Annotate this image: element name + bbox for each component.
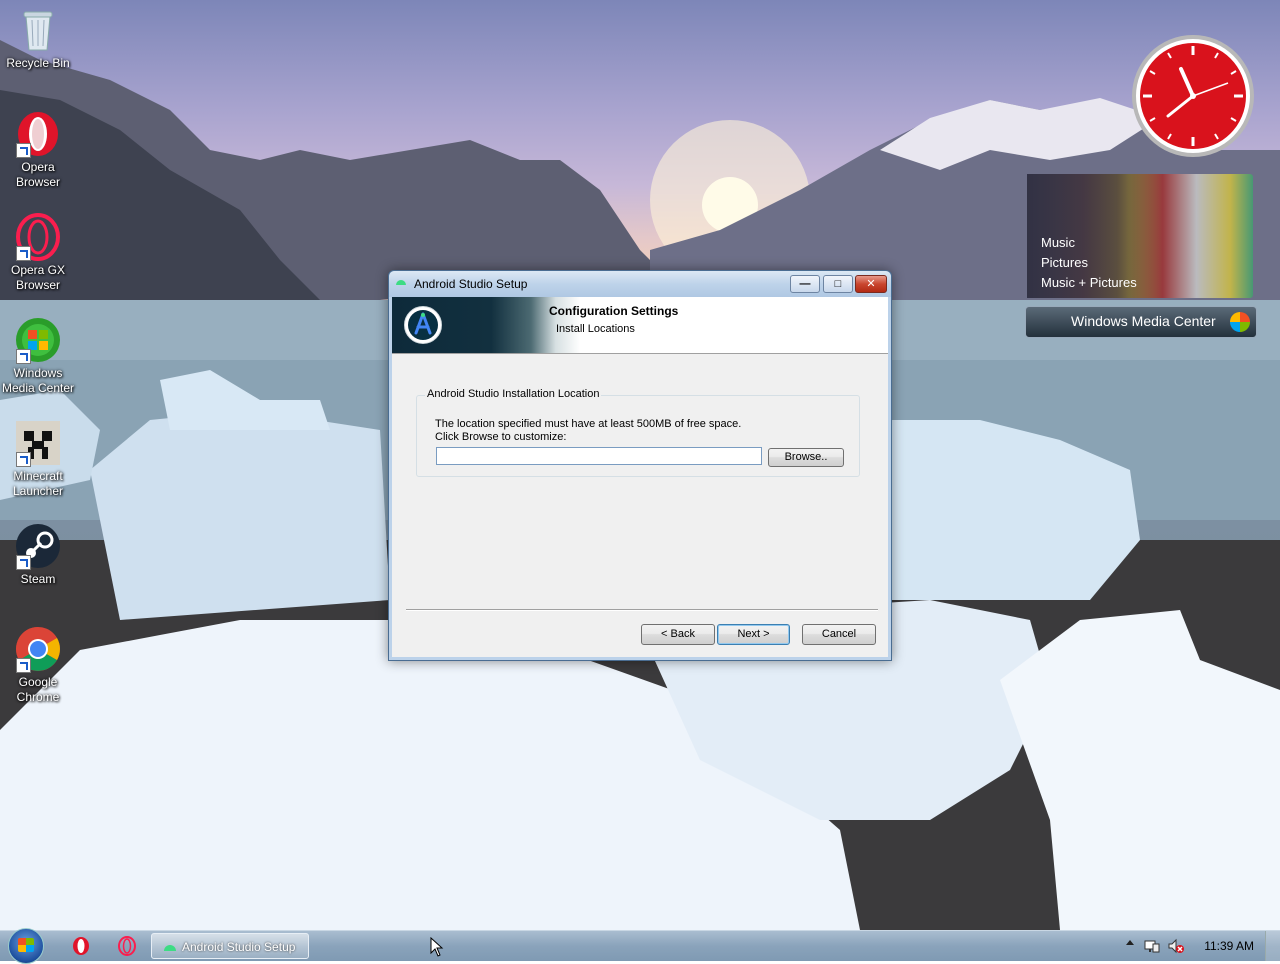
close-button[interactable]: ✕ [855,275,887,293]
desktop-icon-opera-browser[interactable]: Opera Browser [0,110,76,190]
minecraft-icon [14,419,62,467]
media-menu-music[interactable]: Music [1041,235,1075,250]
taskbar-android-studio-setup[interactable]: Android Studio Setup [151,933,309,959]
desktop-icon-label: Recycle Bin [6,56,70,70]
media-center-title-bar[interactable]: Windows Media Center [1025,306,1257,338]
media-center-title: Windows Media Center [1071,313,1216,329]
back-button[interactable]: < Back [641,624,715,645]
desktop-icon-windows-media-center[interactable]: Windows Media Center [0,316,76,396]
desktop-icon-steam[interactable]: Steam [0,522,76,587]
media-menu-music-pictures[interactable]: Music + Pictures [1041,275,1137,290]
android-studio-logo-icon [404,306,442,344]
desktop-icon-minecraft-launcher[interactable]: Minecraft Launcher [0,419,76,499]
setup-dialog: Android Studio Setup — □ ✕ Configuration… [388,270,892,661]
dialog-header: Configuration Settings Install Locations [392,297,888,353]
browse-button[interactable]: Browse.. [768,448,844,467]
dialog-title: Android Studio Setup [414,277,528,291]
minimize-icon: — [799,278,811,290]
system-tray: 11:39 AM [1110,931,1280,961]
taskbar-task-label: Android Studio Setup [182,940,296,954]
desktop-icon-label: Windows Media Center [1,366,75,395]
android-icon [396,280,406,285]
shortcut-arrow-icon [16,246,31,261]
start-button[interactable] [8,928,44,964]
desktop-icon-label: Google Chrome [16,675,60,704]
clock-face-icon [1132,35,1254,157]
maximize-icon: □ [834,278,842,290]
dialog-title-bar[interactable]: Android Studio Setup — □ ✕ [389,271,891,297]
desktop-icon-opera-gx[interactable]: Opera GX Browser [0,213,76,293]
shortcut-arrow-icon [16,555,31,570]
steam-icon [14,522,62,570]
header-divider [392,353,888,354]
android-icon [164,945,176,951]
desktop-icon-recycle-bin[interactable]: Recycle Bin [0,6,76,71]
group-label: Android Studio Installation Location [425,388,602,400]
shortcut-arrow-icon [16,658,31,673]
desktop-icon-google-chrome[interactable]: Google Chrome [0,625,76,705]
install-path-input[interactable] [436,447,762,465]
next-button[interactable]: Next > [717,624,790,645]
shortcut-arrow-icon [16,349,31,364]
opera-gx-icon [14,213,62,261]
shortcut-arrow-icon [16,452,31,467]
header-subtitle: Install Locations [556,323,635,335]
header-title: Configuration Settings [549,304,679,318]
desktop-icon-label: Opera Browser [15,160,60,189]
show-desktop-button[interactable] [1265,931,1280,961]
shortcut-arrow-icon [16,143,31,158]
taskbar-opera-button[interactable] [70,935,92,957]
recycle-bin-icon [14,6,62,54]
maximize-button[interactable]: □ [823,275,853,293]
media-center-gadget[interactable]: Music Pictures Music + Pictures Windows … [1025,172,1257,338]
description-line-1: The location specified must have at leas… [435,418,742,430]
desktop-icon-label: Opera GX Browser [10,263,66,292]
windows-logo-icon [18,938,34,952]
taskbar: Android Studio Setup 11:39 AM [0,928,1280,964]
media-menu-pictures[interactable]: Pictures [1041,255,1088,270]
opera-icon [73,937,89,955]
opera-icon [14,110,62,158]
close-icon: ✕ [866,278,876,290]
windows-media-center-icon [14,316,62,364]
chrome-icon [14,625,62,673]
dialog-content: Configuration Settings Install Locations… [392,297,888,657]
clock-gadget[interactable] [1130,33,1256,159]
desktop-icon-label: Steam [20,572,56,586]
network-icon[interactable] [1144,938,1160,954]
taskbar-opera-gx-button[interactable] [116,935,138,957]
volume-muted-icon[interactable] [1168,938,1184,954]
cancel-button[interactable]: Cancel [802,624,876,645]
desktop-icon-label: Minecraft Launcher [12,469,64,498]
opera-gx-icon [118,936,136,956]
mouse-cursor-icon [430,937,444,957]
windows-logo-icon [1230,312,1250,332]
footer-divider [406,609,878,611]
taskbar-clock[interactable]: 11:39 AM [1204,939,1254,953]
minimize-button[interactable]: — [790,275,820,293]
tray-chevron-up-icon[interactable] [1126,940,1134,945]
description-line-2: Click Browse to customize: [435,431,567,443]
